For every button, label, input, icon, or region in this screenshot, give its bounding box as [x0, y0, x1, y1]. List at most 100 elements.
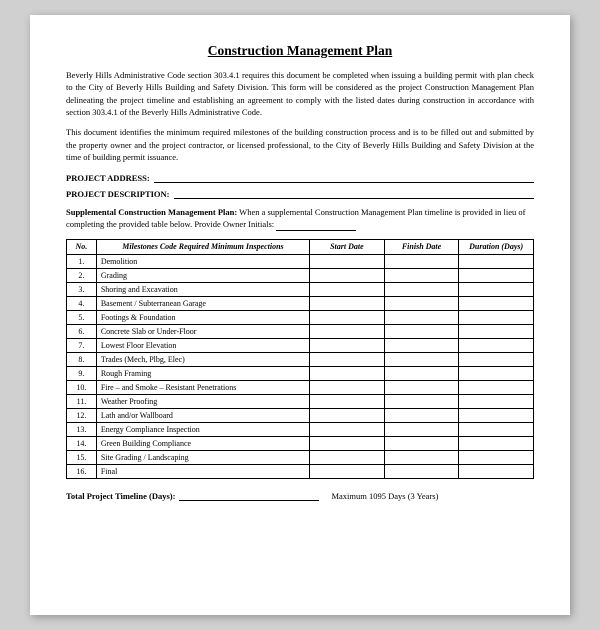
table-row: 5.Footings & Foundation — [67, 311, 534, 325]
row-number: 5. — [67, 311, 97, 325]
row-start-date[interactable] — [310, 381, 385, 395]
row-start-date[interactable] — [310, 395, 385, 409]
row-milestone: Site Grading / Landscaping — [96, 451, 309, 465]
row-duration[interactable] — [459, 325, 534, 339]
row-number: 16. — [67, 465, 97, 479]
row-number: 8. — [67, 353, 97, 367]
col-header-duration: Duration (Days) — [459, 239, 534, 254]
row-finish-date[interactable] — [384, 255, 459, 269]
table-row: 11.Weather Proofing — [67, 395, 534, 409]
row-duration[interactable] — [459, 395, 534, 409]
row-start-date[interactable] — [310, 409, 385, 423]
row-duration[interactable] — [459, 353, 534, 367]
row-milestone: Shoring and Excavation — [96, 283, 309, 297]
row-start-date[interactable] — [310, 269, 385, 283]
table-row: 8.Trades (Mech, Plbg, Elec) — [67, 353, 534, 367]
row-finish-date[interactable] — [384, 451, 459, 465]
row-finish-date[interactable] — [384, 339, 459, 353]
row-duration[interactable] — [459, 423, 534, 437]
row-start-date[interactable] — [310, 255, 385, 269]
row-duration[interactable] — [459, 409, 534, 423]
row-start-date[interactable] — [310, 437, 385, 451]
row-finish-date[interactable] — [384, 437, 459, 451]
row-milestone: Footings & Foundation — [96, 311, 309, 325]
row-finish-date[interactable] — [384, 297, 459, 311]
paragraph-2: This document identifies the minimum req… — [66, 126, 534, 163]
paragraph-1: Beverly Hills Administrative Code sectio… — [66, 69, 534, 118]
row-finish-date[interactable] — [384, 381, 459, 395]
row-milestone: Demolition — [96, 255, 309, 269]
milestones-table: No. Milestones Code Required Minimum Ins… — [66, 239, 534, 479]
row-number: 15. — [67, 451, 97, 465]
row-milestone: Concrete Slab or Under-Floor — [96, 325, 309, 339]
row-start-date[interactable] — [310, 423, 385, 437]
row-finish-date[interactable] — [384, 269, 459, 283]
row-number: 2. — [67, 269, 97, 283]
row-finish-date[interactable] — [384, 367, 459, 381]
document-title: Construction Management Plan — [66, 43, 534, 59]
table-row: 14.Green Building Compliance — [67, 437, 534, 451]
col-header-finish-date: Finish Date — [384, 239, 459, 254]
row-number: 10. — [67, 381, 97, 395]
row-finish-date[interactable] — [384, 409, 459, 423]
row-finish-date[interactable] — [384, 395, 459, 409]
row-number: 7. — [67, 339, 97, 353]
table-row: 7.Lowest Floor Elevation — [67, 339, 534, 353]
row-number: 13. — [67, 423, 97, 437]
owner-initials-line[interactable] — [276, 221, 356, 231]
table-row: 6.Concrete Slab or Under-Floor — [67, 325, 534, 339]
project-address-label: PROJECT ADDRESS: — [66, 173, 150, 183]
row-duration[interactable] — [459, 339, 534, 353]
table-row: 15.Site Grading / Landscaping — [67, 451, 534, 465]
total-label: Total Project Timeline (Days): — [66, 491, 175, 501]
row-finish-date[interactable] — [384, 353, 459, 367]
row-start-date[interactable] — [310, 339, 385, 353]
row-start-date[interactable] — [310, 297, 385, 311]
row-start-date[interactable] — [310, 325, 385, 339]
total-project-timeline: Total Project Timeline (Days): Maximum 1… — [66, 489, 534, 501]
row-milestone: Final — [96, 465, 309, 479]
row-duration[interactable] — [459, 269, 534, 283]
project-address-field[interactable]: PROJECT ADDRESS: — [66, 171, 534, 183]
total-input-line[interactable] — [179, 489, 319, 501]
row-duration[interactable] — [459, 381, 534, 395]
row-milestone: Energy Compliance Inspection — [96, 423, 309, 437]
row-finish-date[interactable] — [384, 283, 459, 297]
col-header-milestones: Milestones Code Required Minimum Inspect… — [96, 239, 309, 254]
row-start-date[interactable] — [310, 353, 385, 367]
row-duration[interactable] — [459, 255, 534, 269]
document-page: Construction Management Plan Beverly Hil… — [30, 15, 570, 615]
row-start-date[interactable] — [310, 283, 385, 297]
supplemental-section: Supplemental Construction Management Pla… — [66, 207, 534, 231]
row-finish-date[interactable] — [384, 465, 459, 479]
row-start-date[interactable] — [310, 311, 385, 325]
row-milestone: Basement / Subterranean Garage — [96, 297, 309, 311]
row-duration[interactable] — [459, 367, 534, 381]
row-number: 9. — [67, 367, 97, 381]
row-duration[interactable] — [459, 283, 534, 297]
project-description-field[interactable]: PROJECT DESCRIPTION: — [66, 187, 534, 199]
table-row: 3.Shoring and Excavation — [67, 283, 534, 297]
max-days-text: Maximum 1095 Days (3 Years) — [331, 491, 438, 501]
row-start-date[interactable] — [310, 451, 385, 465]
table-row: 1.Demolition — [67, 255, 534, 269]
row-finish-date[interactable] — [384, 311, 459, 325]
row-duration[interactable] — [459, 437, 534, 451]
row-milestone: Fire – and Smoke – Resistant Penetration… — [96, 381, 309, 395]
row-finish-date[interactable] — [384, 325, 459, 339]
row-finish-date[interactable] — [384, 423, 459, 437]
row-duration[interactable] — [459, 297, 534, 311]
row-start-date[interactable] — [310, 367, 385, 381]
row-milestone: Weather Proofing — [96, 395, 309, 409]
row-milestone: Lath and/or Wallboard — [96, 409, 309, 423]
row-duration[interactable] — [459, 311, 534, 325]
row-duration[interactable] — [459, 451, 534, 465]
row-number: 12. — [67, 409, 97, 423]
project-address-underline — [154, 171, 534, 183]
table-row: 10.Fire – and Smoke – Resistant Penetrat… — [67, 381, 534, 395]
table-row: 12.Lath and/or Wallboard — [67, 409, 534, 423]
row-duration[interactable] — [459, 465, 534, 479]
row-start-date[interactable] — [310, 465, 385, 479]
table-row: 4.Basement / Subterranean Garage — [67, 297, 534, 311]
row-milestone: Lowest Floor Elevation — [96, 339, 309, 353]
